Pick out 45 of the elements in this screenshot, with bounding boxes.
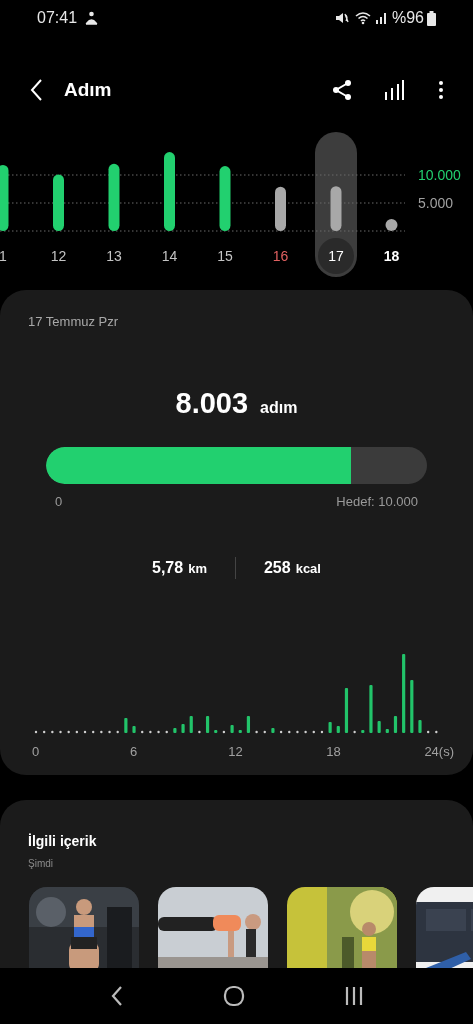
page-title: Adım: [64, 78, 112, 102]
step-unit: adım: [260, 397, 298, 418]
goal-label: Hedef: 10.000: [336, 492, 418, 511]
date-label: 17 Temmuz Pzr: [28, 313, 120, 331]
bar: [330, 186, 342, 231]
stat-unit: km: [188, 560, 207, 578]
bar: [108, 163, 120, 231]
recent-apps-button[interactable]: [343, 986, 364, 1006]
progress-start-label: 0: [55, 492, 63, 511]
section-subtitle: Şimdi: [28, 857, 54, 871]
back-nav-button[interactable]: [109, 985, 124, 1007]
battery-percentage: %96: [391, 8, 424, 28]
day-label[interactable]: 17: [328, 248, 344, 264]
more-icon: [439, 80, 443, 100]
wifi-icon: [354, 11, 372, 25]
selected-day-circle: [318, 238, 354, 274]
day-label[interactable]: 18: [383, 248, 400, 264]
hour-label: 12: [228, 743, 243, 761]
hour-label: 18: [326, 743, 341, 761]
day-label[interactable]: 16: [272, 248, 289, 264]
signal-icon: [374, 12, 387, 24]
day-label[interactable]: 1: [0, 248, 7, 264]
bar: [0, 164, 9, 231]
mute-icon: [334, 11, 349, 25]
stat-value: 258: [263, 558, 291, 578]
step-count: 8.003: [175, 385, 249, 421]
day-label[interactable]: 15: [217, 248, 233, 264]
empty-day-dot: [385, 219, 398, 231]
day-label[interactable]: 12: [50, 248, 67, 264]
section-title: İlgili içerik: [28, 832, 98, 851]
stat-value: 5,78: [152, 558, 184, 578]
axis-tick-label: 5.000: [418, 195, 454, 211]
bar: [53, 174, 64, 231]
axis-tick-label: 10.000: [418, 167, 461, 183]
day-label[interactable]: 14: [161, 248, 178, 264]
bar: [219, 166, 231, 231]
status-time: 07:41: [37, 8, 78, 28]
home-button[interactable]: [222, 985, 245, 1007]
day-label[interactable]: 13: [106, 248, 122, 264]
hour-label: 6: [130, 743, 138, 761]
bar: [275, 186, 286, 231]
battery-icon: [427, 10, 436, 26]
stat-unit: kcal: [295, 560, 321, 578]
hour-label: 0: [32, 743, 40, 761]
hour-label: 24(s): [424, 743, 454, 761]
